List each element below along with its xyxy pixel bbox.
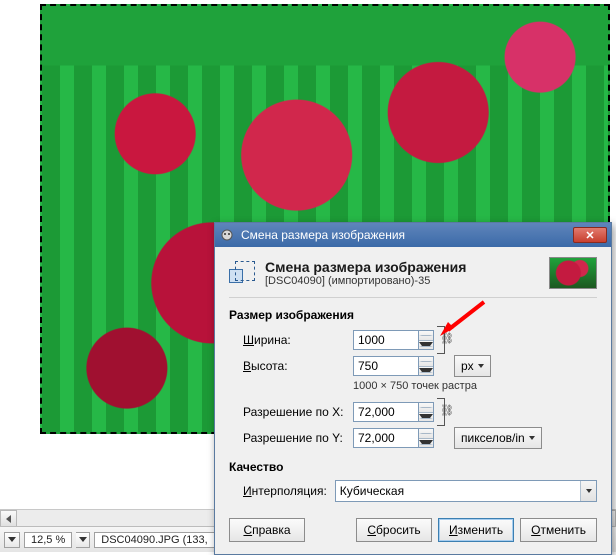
section-quality-title: Качество (229, 460, 597, 474)
width-input[interactable]: 1000 (353, 330, 419, 350)
window-title: Смена размера изображения (241, 228, 573, 242)
app-icon (219, 227, 235, 243)
resolution-y-input[interactable]: 72,000 (353, 428, 419, 448)
scale-icon (229, 259, 257, 287)
height-spinner[interactable] (419, 356, 434, 376)
section-size-title: Размер изображения (229, 308, 597, 322)
cancel-button[interactable]: Отменить (520, 518, 597, 542)
dialog-heading: Смена размера изображения (265, 259, 541, 275)
raster-description: 1000 × 750 точек растра (353, 380, 597, 392)
link-chain-icon[interactable]: ⛓ (440, 332, 454, 345)
scale-image-dialog: Смена размера изображения ✕ Смена размер… (214, 222, 612, 555)
resolution-x-spinner[interactable] (419, 402, 434, 422)
titlebar[interactable]: Смена размера изображения ✕ (215, 223, 611, 247)
help-button[interactable]: Справка (229, 518, 305, 542)
size-unit-dropdown[interactable]: px (454, 355, 491, 377)
chevron-down-icon[interactable] (580, 481, 596, 501)
resolution-y-spinner[interactable] (419, 428, 434, 448)
zoom-value[interactable]: 12,5 % (24, 532, 72, 548)
interpolation-combo[interactable]: Кубическая (335, 480, 597, 502)
width-spinner[interactable] (419, 330, 434, 350)
close-button[interactable]: ✕ (573, 227, 607, 243)
interpolation-label: Интерполяция: (243, 484, 327, 498)
dialog-header: Смена размера изображения [DSC04090] (им… (229, 257, 597, 298)
resolution-unit-dropdown[interactable]: пикселов/in (454, 427, 542, 449)
resolution-link-chain-icon[interactable]: ⛓ (440, 404, 454, 417)
zoom-dropdown-right[interactable] (76, 532, 90, 548)
width-label: Ширина: (243, 333, 353, 347)
reset-button[interactable]: Сбросить (356, 518, 432, 542)
image-thumbnail (549, 257, 597, 289)
zoom-dropdown-left[interactable] (4, 532, 20, 548)
height-label: Высота: (243, 359, 353, 373)
dialog-subheading: [DSC04090] (импортировано)-35 (265, 275, 541, 287)
scroll-left-button[interactable] (0, 510, 17, 527)
resolution-x-label: Разрешение по X: (243, 405, 353, 419)
resolution-y-label: Разрешение по Y: (243, 431, 353, 445)
resize-button[interactable]: Изменить (438, 518, 514, 542)
resolution-x-input[interactable]: 72,000 (353, 402, 419, 422)
height-input[interactable]: 750 (353, 356, 419, 376)
